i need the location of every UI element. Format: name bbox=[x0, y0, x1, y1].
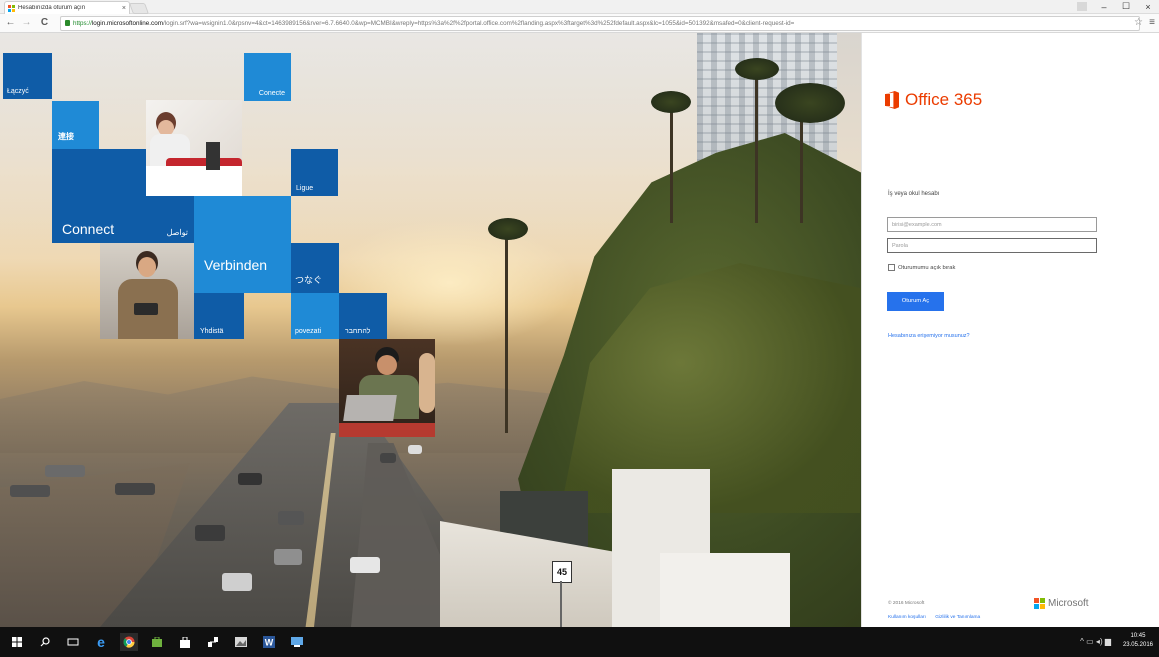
tile-conecte: Conecte bbox=[244, 53, 291, 101]
url-scheme: https:// bbox=[73, 20, 92, 27]
system-tray[interactable]: ^ ▭ ◂) ▆ bbox=[1080, 637, 1111, 646]
tile-yhdista: Yhdistä bbox=[194, 293, 244, 339]
chevron-up-icon[interactable]: ^ bbox=[1080, 637, 1084, 646]
tab-close-icon[interactable]: × bbox=[122, 5, 126, 12]
url-path: /login.srf?wa=wsignin1.0&rpsnv=4&ct=1463… bbox=[162, 20, 795, 27]
notifications-icon[interactable]: ▆ bbox=[1105, 637, 1111, 646]
car bbox=[45, 465, 85, 477]
photos-app-icon[interactable] bbox=[232, 633, 250, 651]
terms-link[interactable]: Kullanım koşulları bbox=[888, 615, 926, 620]
palm-tree bbox=[505, 233, 508, 433]
back-button[interactable]: ← bbox=[4, 16, 17, 29]
tab-strip: Hesabınızda oturum açın × – ☐ × bbox=[0, 0, 1159, 14]
car bbox=[10, 485, 50, 497]
car bbox=[238, 473, 262, 485]
office-icon bbox=[885, 91, 899, 109]
tab-title: Hesabınızda oturum açın bbox=[18, 5, 86, 11]
login-panel: Office 365 İş veya okul hesabı Oturumumu… bbox=[861, 33, 1159, 627]
task-view-icon[interactable] bbox=[64, 633, 82, 651]
car bbox=[115, 483, 155, 495]
background-photo: 45 Łączyć Conecte 連接 Connect تواصل Ligue… bbox=[0, 33, 861, 627]
new-tab-button[interactable] bbox=[128, 3, 150, 14]
car bbox=[350, 557, 380, 573]
lock-icon bbox=[65, 20, 70, 26]
minimize-button[interactable]: – bbox=[1093, 0, 1115, 13]
tile-ligue: Ligue bbox=[291, 149, 338, 196]
privacy-link[interactable]: Gizlilik ve Tanımlama bbox=[935, 615, 980, 620]
close-window-button[interactable]: × bbox=[1137, 0, 1159, 13]
svg-text:W: W bbox=[265, 638, 274, 648]
bookmark-star-icon[interactable]: ☆ bbox=[1134, 17, 1143, 28]
car bbox=[278, 511, 304, 525]
tile-chinese: 連接 bbox=[52, 101, 99, 149]
address-bar[interactable]: https://login.microsoftonline.com/login.… bbox=[60, 16, 1140, 31]
car bbox=[274, 549, 302, 565]
clock[interactable]: 10:45 23.05.2016 bbox=[1123, 632, 1153, 650]
edge-browser-icon[interactable]: e bbox=[92, 633, 110, 651]
start-windows-icon[interactable] bbox=[8, 633, 26, 651]
reload-button[interactable]: C bbox=[38, 16, 51, 29]
maximize-button[interactable]: ☐ bbox=[1115, 0, 1137, 13]
cant-access-account-link[interactable]: Hesabınıza erişemiyor musunuz? bbox=[888, 333, 970, 339]
network-app-icon[interactable] bbox=[204, 633, 222, 651]
keep-signed-in-checkbox[interactable] bbox=[888, 264, 895, 271]
palm-tree bbox=[670, 103, 673, 223]
url-host: login.microsoftonline.com bbox=[91, 20, 163, 27]
desktop-app-icon[interactable] bbox=[288, 633, 306, 651]
photo-woman-reading bbox=[146, 100, 242, 196]
car bbox=[380, 453, 396, 463]
browser-toolbar: ← → C https://login.microsoftonline.com/… bbox=[0, 14, 1159, 33]
office-logo: Office 365 bbox=[885, 90, 982, 110]
car bbox=[408, 445, 422, 454]
account-type-label: İş veya okul hesabı bbox=[888, 191, 940, 197]
microsoft-logo: Microsoft bbox=[1034, 598, 1089, 609]
window-controls: – ☐ × bbox=[1071, 0, 1159, 13]
taskbar: e W ^ ▭ ◂) ▆ 10:45 23.05.2016 bbox=[0, 627, 1159, 657]
car bbox=[222, 573, 252, 591]
palm-tree bbox=[755, 73, 758, 223]
microsoft-favicon-icon bbox=[8, 4, 15, 12]
user-icon[interactable] bbox=[1071, 0, 1093, 13]
tile-connect: Connect bbox=[52, 149, 146, 243]
tile-povezati: povezati bbox=[291, 293, 339, 339]
chrome-icon[interactable] bbox=[120, 633, 138, 651]
word-icon[interactable]: W bbox=[260, 633, 278, 651]
brand-name: Office 365 bbox=[905, 90, 983, 109]
clock-time: 10:45 bbox=[1130, 633, 1146, 639]
shopping-bag-icon[interactable] bbox=[176, 633, 194, 651]
microsoft-icon bbox=[1034, 598, 1045, 609]
clock-date: 23.05.2016 bbox=[1122, 642, 1153, 648]
copyright: © 2016 Microsoft bbox=[888, 601, 925, 606]
photo-man-phone bbox=[100, 243, 194, 339]
tile-laczyc: Łączyć bbox=[3, 53, 52, 99]
browser-tab[interactable]: Hesabınızda oturum açın × bbox=[4, 1, 130, 14]
browser-menu-icon[interactable]: ≡ bbox=[1149, 17, 1155, 28]
network-icon[interactable]: ▭ bbox=[1086, 637, 1094, 646]
store-icon[interactable] bbox=[148, 633, 166, 651]
car bbox=[195, 525, 225, 541]
microsoft-wordmark: Microsoft bbox=[1048, 598, 1089, 609]
search-icon[interactable] bbox=[36, 633, 54, 651]
keep-signed-in[interactable]: Oturumumu açık bırak bbox=[888, 264, 955, 271]
keep-signed-in-label: Oturumumu açık bırak bbox=[898, 264, 956, 271]
forward-button[interactable]: → bbox=[20, 16, 33, 29]
tile-hebrew: להתחבר bbox=[339, 293, 387, 339]
volume-icon[interactable]: ◂) bbox=[1096, 637, 1103, 646]
tile-arabic: تواصل bbox=[146, 196, 194, 243]
footer-links: Kullanım koşulları Gizlilik ve Tanımlama bbox=[888, 615, 988, 620]
password-field[interactable] bbox=[887, 238, 1097, 253]
tile-verbinden: Verbinden bbox=[194, 196, 291, 293]
photo-man-laptop bbox=[339, 339, 435, 437]
speed-sign: 45 bbox=[552, 561, 572, 583]
email-field[interactable] bbox=[887, 217, 1097, 232]
sign-in-button[interactable]: Oturum Aç bbox=[887, 292, 944, 311]
tile-japanese: つなぐ bbox=[291, 243, 339, 293]
